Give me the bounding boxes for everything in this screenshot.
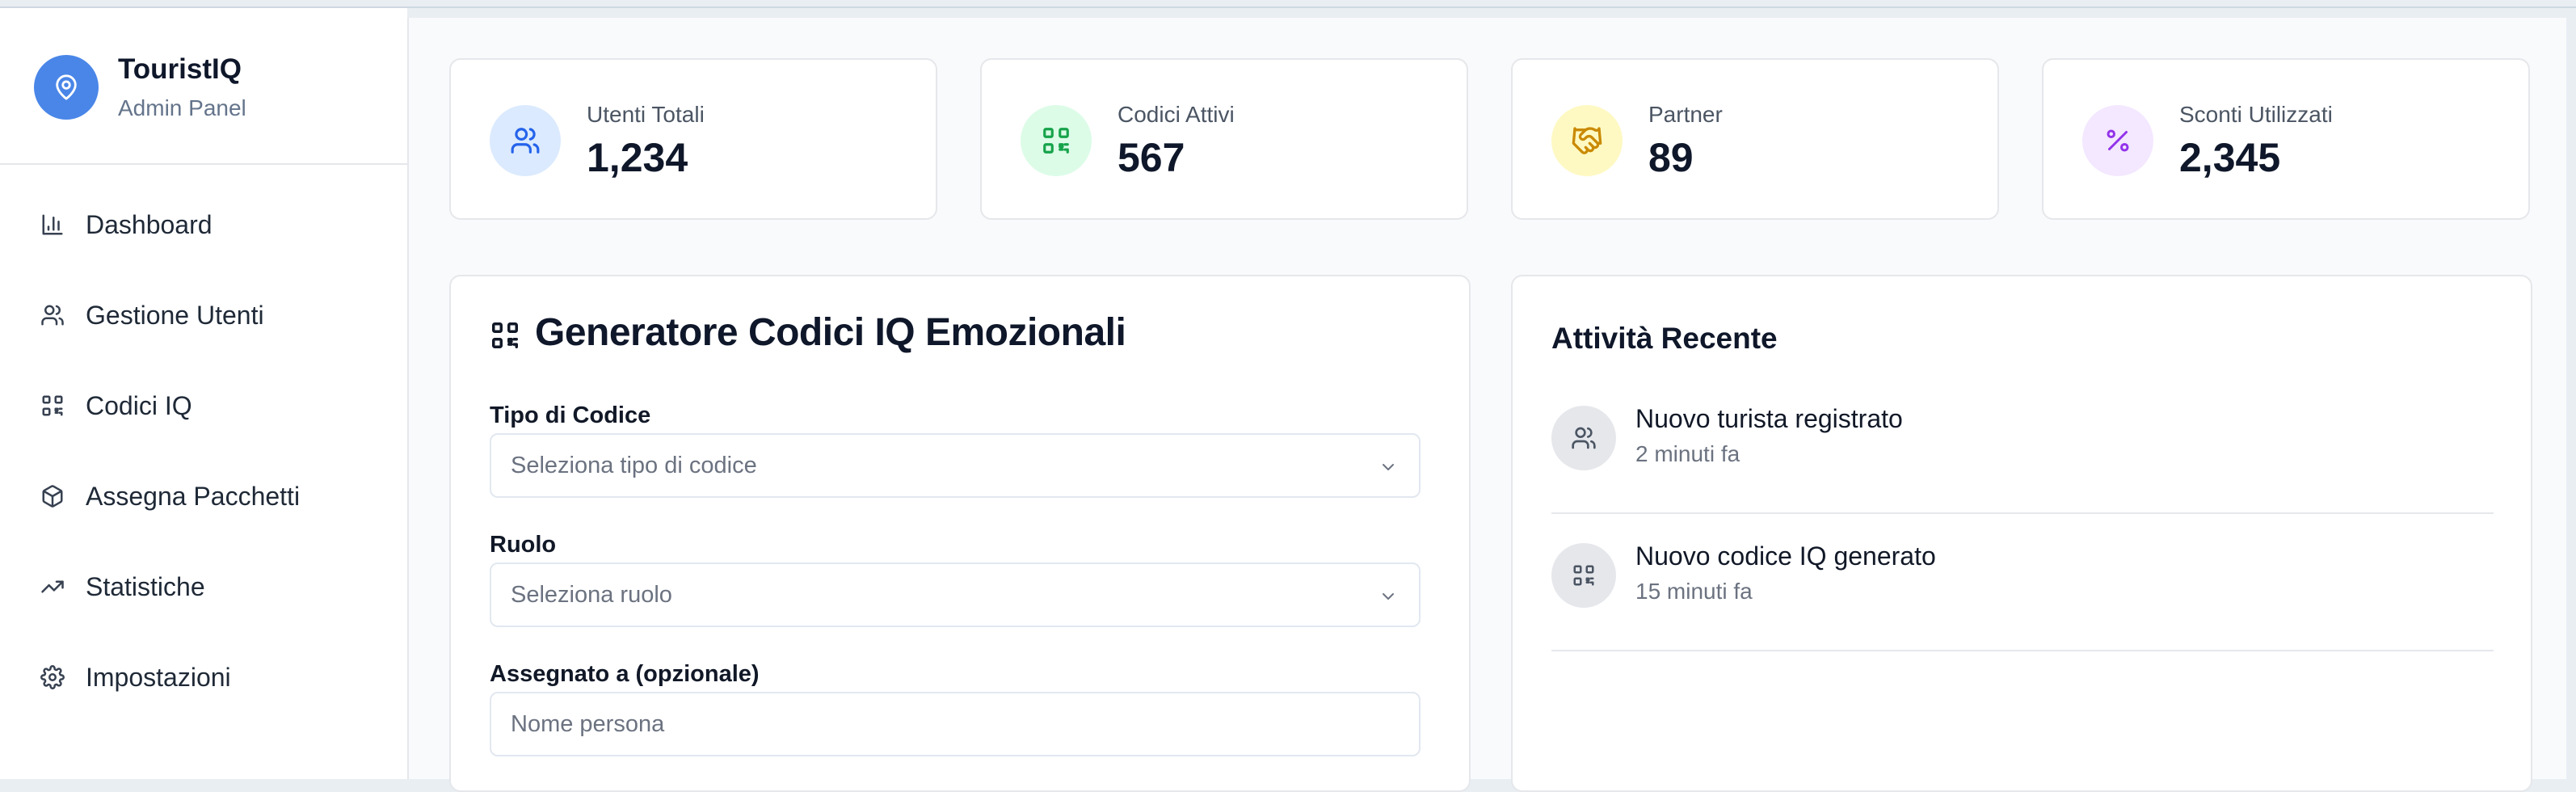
settings-icon xyxy=(39,664,66,691)
main-content: Utenti Totali 1,234 Codici Attivi 567 Pa… xyxy=(407,18,2566,792)
stat-label: Sconti Utilizzati xyxy=(2179,102,2333,127)
sidebar-item-dashboard[interactable]: Dashboard xyxy=(0,179,407,270)
trending-up-icon xyxy=(39,573,66,600)
map-pin-icon xyxy=(56,74,77,100)
sidebar-item-label: Dashboard xyxy=(86,209,213,239)
stat-value: 567 xyxy=(1118,135,1185,180)
percent-icon xyxy=(2082,105,2153,176)
code-generator-card: Generatore Codici IQ Emozionali Tipo di … xyxy=(449,275,1471,792)
stat-value: 1,234 xyxy=(587,135,688,180)
handshake-icon xyxy=(1551,105,1623,176)
code-type-label: Tipo di Codice xyxy=(490,402,651,428)
chevron-down-icon xyxy=(1383,464,1394,470)
sidebar-item-statistiche[interactable]: Statistiche xyxy=(0,541,407,632)
sidebar-header: TouristIQ Admin Panel xyxy=(0,8,407,165)
sidebar-nav: Dashboard Gestione Utenti Codici IQ Asse… xyxy=(0,179,407,722)
qr-code-icon xyxy=(1021,105,1092,176)
sidebar-item-gestione-utenti[interactable]: Gestione Utenti xyxy=(0,270,407,360)
stat-label: Codici Attivi xyxy=(1118,102,1235,127)
stat-card-partner: Partner 89 xyxy=(1511,58,1999,220)
activity-item: Nuovo codice IQ generato 15 minuti fa xyxy=(1551,514,2494,651)
sidebar-item-label: Codici IQ xyxy=(86,390,192,420)
chevron-down-icon xyxy=(1383,593,1394,600)
role-select[interactable]: Seleziona ruolo xyxy=(490,562,1421,627)
activity-text: Nuovo turista registrato xyxy=(1635,404,1903,433)
role-label: Ruolo xyxy=(490,532,557,558)
sidebar-item-codici-iq[interactable]: Codici IQ xyxy=(0,360,407,451)
app-window: TouristIQ Admin Panel Dashboard Gestione xyxy=(0,0,2576,792)
app-subtitle: Admin Panel xyxy=(118,95,246,120)
activity-time: 15 minuti fa xyxy=(1635,579,1753,604)
sidebar-item-label: Assegna Pacchetti xyxy=(86,481,301,511)
stat-card-sconti-utilizzati: Sconti Utilizzati 2,345 xyxy=(2042,58,2530,220)
qr-code-icon xyxy=(39,392,66,419)
app-name: TouristIQ xyxy=(118,53,242,85)
sidebar-item-label: Statistiche xyxy=(86,571,205,601)
stat-card-utenti-totali: Utenti Totali 1,234 xyxy=(449,58,937,220)
recent-activity-title: Attività Recente xyxy=(1551,322,1778,355)
recent-activity-card: Attività Recente Nuovo turista registrat… xyxy=(1511,275,2532,792)
activity-text: Nuovo codice IQ generato xyxy=(1635,541,1936,571)
stat-value: 89 xyxy=(1648,135,1694,180)
sidebar-item-label: Impostazioni xyxy=(86,662,231,692)
package-icon xyxy=(39,482,66,510)
assigned-to-label: Assegnato a (opzionale) xyxy=(490,661,760,687)
bar-chart-icon xyxy=(39,211,66,238)
sidebar: TouristIQ Admin Panel Dashboard Gestione xyxy=(0,8,407,779)
code-generator-title: Generatore Codici IQ Emozionali xyxy=(535,311,1126,354)
qr-code-icon xyxy=(1551,543,1616,608)
sidebar-item-impostazioni[interactable]: Impostazioni xyxy=(0,632,407,722)
users-icon xyxy=(490,105,561,176)
assigned-to-input[interactable] xyxy=(490,692,1421,756)
users-icon xyxy=(39,301,66,329)
code-type-select[interactable]: Seleziona tipo di codice xyxy=(490,433,1421,498)
logo xyxy=(34,55,99,120)
stat-label: Partner xyxy=(1648,102,1723,127)
stat-value: 2,345 xyxy=(2179,135,2281,180)
users-icon xyxy=(1551,406,1616,470)
sidebar-item-label: Gestione Utenti xyxy=(86,300,264,330)
stat-label: Utenti Totali xyxy=(587,102,705,127)
activity-time: 2 minuti fa xyxy=(1635,441,1740,466)
stat-card-codici-attivi: Codici Attivi 567 xyxy=(980,58,1468,220)
activity-item: Nuovo turista registrato 2 minuti fa xyxy=(1551,377,2494,514)
role-placeholder: Seleziona ruolo xyxy=(511,582,672,608)
code-type-placeholder: Seleziona tipo di codice xyxy=(511,453,757,478)
qr-code-icon xyxy=(492,322,518,348)
sidebar-item-assegna-pacchetti[interactable]: Assegna Pacchetti xyxy=(0,451,407,541)
